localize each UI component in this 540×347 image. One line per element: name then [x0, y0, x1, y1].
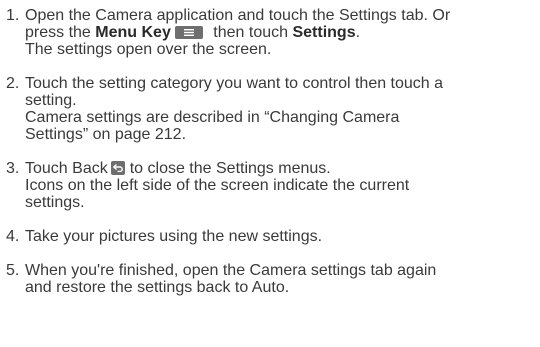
step-text-line: Touch Back to close the Settings menus. [25, 160, 536, 177]
step-body: Take your pictures using the new setting… [25, 228, 536, 245]
text-segment: Touch Back [25, 160, 108, 177]
step-number: 3. [6, 160, 20, 177]
text-segment: press the [25, 24, 96, 41]
step-number: 1. [6, 7, 20, 24]
step-text: Take your pictures using the new setting… [25, 228, 323, 245]
step-number: 2. [6, 75, 20, 92]
step-result: settings. [25, 194, 85, 211]
instruction-list: 1. Open the Camera application and touch… [6, 7, 536, 296]
step-text: Open the Camera application and touch th… [25, 7, 451, 24]
step-4: 4. Take your pictures using the new sett… [6, 228, 536, 245]
step-5: 5. When you're finished, open the Camera… [6, 262, 536, 296]
step-body: Open the Camera application and touch th… [25, 7, 536, 58]
text-segment: to close the Settings menus. [129, 160, 331, 177]
step-text: Touch the setting category you want to c… [25, 75, 444, 92]
step-text: and restore the settings back to Auto. [25, 279, 290, 296]
text-segment: . [355, 24, 361, 41]
menu-key-label: Menu Key [95, 24, 171, 41]
step-body: Touch Back to close the Settings menus. I… [25, 160, 536, 211]
step-result: Settings” on page 212. [25, 126, 187, 143]
step-text: setting. [25, 92, 77, 109]
back-key-icon [110, 161, 125, 175]
menu-key-icon [174, 26, 203, 39]
step-number: 4. [6, 228, 20, 245]
step-body: When you're finished, open the Camera se… [25, 262, 536, 296]
step-text-line: press the Menu Key then touch Settings. [25, 24, 536, 41]
step-2: 2. Touch the setting category you want t… [6, 75, 536, 143]
step-3: 3. Touch Back to close the Settings menus… [6, 160, 536, 211]
text-segment: then touch [208, 24, 293, 41]
step-result: The settings open over the screen. [25, 41, 272, 58]
step-number: 5. [6, 262, 20, 279]
step-result: Camera settings are described in “Changi… [25, 109, 400, 126]
settings-label: Settings [292, 24, 356, 41]
step-result: Icons on the left side of the screen ind… [25, 177, 410, 194]
step-1: 1. Open the Camera application and touch… [6, 7, 536, 58]
step-text: When you're finished, open the Camera se… [25, 262, 437, 279]
step-body: Touch the setting category you want to c… [25, 75, 536, 143]
